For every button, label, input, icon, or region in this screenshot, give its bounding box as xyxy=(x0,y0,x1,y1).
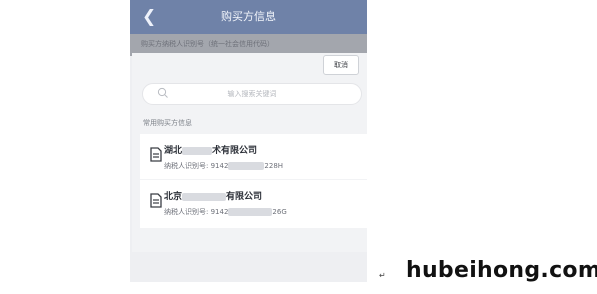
tax-id-label: 纳税人识别号: 9142 xyxy=(164,162,229,170)
background-field-label: 购买方纳税人识别号（统一社会信用代码） xyxy=(141,40,274,48)
buyer-tax-id: 纳税人识别号: 9142 26G xyxy=(164,207,287,217)
redaction-blur xyxy=(182,146,213,155)
tax-id-tail: 228H xyxy=(264,162,284,170)
buyer-list: 湖北 术有限公司 纳税人识别号: 9142 228H 北京 有限公司 纳税人识别号: … xyxy=(140,134,367,252)
buyer-name-suffix: 有限公司 xyxy=(226,192,263,202)
buyer-name-prefix: 北京 xyxy=(164,192,183,202)
cancel-button[interactable]: 取消 xyxy=(323,55,359,75)
return-mark-icon: ↵ xyxy=(379,271,386,280)
redaction-blur xyxy=(228,162,265,170)
buyer-name-prefix: 湖北 xyxy=(164,146,183,156)
redaction-blur xyxy=(182,192,227,201)
document-icon xyxy=(150,147,162,162)
search-placeholder: 输入搜索关键词 xyxy=(227,90,277,98)
buyer-name: 湖北 术有限公司 xyxy=(164,143,257,156)
buyer-name: 北京 有限公司 xyxy=(164,189,262,202)
buyer-picker-sheet: 取消 输入搜索关键词 常用购买方信息 湖北 术有限公司 纳税人识别号: 9142… xyxy=(132,53,367,252)
document-icon xyxy=(150,193,162,208)
section-title: 常用购买方信息 xyxy=(143,119,192,127)
buyer-list-item[interactable]: 北京 有限公司 纳税人识别号: 9142 26G xyxy=(140,180,367,228)
buyer-tax-id: 纳税人识别号: 9142 228H xyxy=(164,161,283,171)
search-input[interactable]: 输入搜索关键词 xyxy=(142,83,362,105)
watermark: hubeihong.com xyxy=(406,258,597,283)
phone-screen: ❮ 购买方信息 购买方纳税人识别号（统一社会信用代码） 取消 输入搜索关键词 常… xyxy=(130,0,367,282)
nav-bar: ❮ 购买方信息 xyxy=(130,0,367,34)
buyer-list-item[interactable]: 湖北 术有限公司 纳税人识别号: 9142 228H xyxy=(140,134,367,179)
tax-id-label: 纳税人识别号: 9142 xyxy=(164,208,229,216)
tax-id-tail: 26G xyxy=(272,208,287,216)
redaction-blur xyxy=(228,208,273,216)
page-title: 购买方信息 xyxy=(221,10,276,23)
buyer-name-suffix: 术有限公司 xyxy=(212,146,258,156)
